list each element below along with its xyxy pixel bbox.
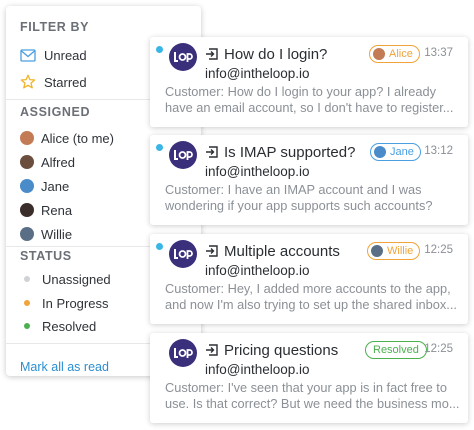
preview-line: and now I'm also trying to set up the sh… <box>165 297 457 312</box>
sender: info@intheloop.io <box>205 263 310 278</box>
assignee-label: Rena <box>41 202 73 218</box>
message-preview: Customer: I've seen that your app is in … <box>165 380 460 412</box>
status-dot <box>24 276 30 282</box>
assignee-label: Alfred <box>41 154 75 170</box>
preview-line: Customer: Hey, I added more accounts to … <box>165 281 451 296</box>
assignee-pill[interactable]: Jane <box>370 143 421 161</box>
loop-logo-icon <box>169 43 197 71</box>
preview-line: Customer: I've seen that your app is in … <box>165 380 447 395</box>
message-preview: Customer: How do I login to your app? I … <box>165 84 460 116</box>
subject-row: Is IMAP supported? <box>205 141 355 163</box>
loop-logo-icon <box>169 240 197 268</box>
assignee-pill-label: Jane <box>390 146 414 158</box>
loop-logo-icon <box>169 339 197 367</box>
conversation-card[interactable]: Is IMAP supported? Jane 13:12 info@inthe… <box>150 135 468 225</box>
subject: Pricing questions <box>224 341 339 359</box>
unread-dot <box>156 46 163 53</box>
avatar <box>20 131 34 145</box>
status-label: Unassigned <box>42 271 111 287</box>
subject: Multiple accounts <box>224 242 340 260</box>
preview-line: Customer: I have an IMAP account and I w… <box>165 182 422 197</box>
preview-line: Customer: How do I login to your app? I … <box>165 84 437 99</box>
preview-line: have an email account, so I don't have t… <box>165 100 454 115</box>
subject: Is IMAP supported? <box>224 143 356 161</box>
envelope-icon <box>20 47 36 63</box>
status-title: STATUS <box>20 249 72 263</box>
filter-starred-label: Starred <box>44 74 87 90</box>
avatar <box>20 155 34 169</box>
preview-line: use. Is that correct? But we need the bu… <box>165 396 460 411</box>
filter-unread-label: Unread <box>44 47 87 63</box>
filter-by-title: FILTER BY <box>20 20 90 34</box>
sender: info@intheloop.io <box>205 362 310 377</box>
timestamp: 13:37 <box>424 47 453 59</box>
unread-dot <box>156 243 163 250</box>
status-dot <box>24 323 30 329</box>
conversation-card[interactable]: Multiple accounts Willie 12:25 info@inth… <box>150 234 468 324</box>
loop-logo-icon <box>169 141 197 169</box>
timestamp: 12:25 <box>424 343 453 355</box>
status-label: Resolved <box>42 318 97 334</box>
preview-line: wondering if your app supports such acco… <box>165 198 433 213</box>
sender: info@intheloop.io <box>205 164 310 179</box>
assignee-label: Willie <box>41 226 73 242</box>
unread-dot <box>156 144 163 151</box>
assignee-pill[interactable]: Willie <box>367 242 421 260</box>
inbox-arrow-icon <box>206 344 218 356</box>
status-pill-label: Resolved <box>373 344 419 356</box>
star-icon <box>20 74 36 90</box>
status-label: In Progress <box>42 295 109 311</box>
avatar <box>374 146 386 158</box>
subject-row: How do I login? <box>205 43 327 65</box>
avatar <box>20 227 34 241</box>
status-pill-resolved[interactable]: Resolved <box>365 341 427 359</box>
avatar <box>373 48 385 60</box>
avatar <box>371 245 383 257</box>
subject-row: Pricing questions <box>205 339 338 361</box>
conversation-card[interactable]: How do I login? Alice 13:37 info@inthelo… <box>150 37 468 127</box>
status-dot <box>24 300 30 306</box>
sender: info@intheloop.io <box>205 66 310 81</box>
assignee-pill-label: Willie <box>387 245 414 257</box>
timestamp: 12:25 <box>424 244 453 256</box>
assignee-pill[interactable]: Alice <box>369 45 420 63</box>
assignee-pill-label: Alice <box>389 48 413 60</box>
assignee-label: Jane <box>41 178 70 194</box>
avatar <box>20 203 34 217</box>
assigned-title: ASSIGNED <box>20 105 91 119</box>
message-preview: Customer: Hey, I added more accounts to … <box>165 281 460 313</box>
inbox-arrow-icon <box>206 146 218 158</box>
conversation-card[interactable]: Pricing questions Resolved 12:25 info@in… <box>150 333 468 423</box>
inbox-arrow-icon <box>206 48 218 60</box>
mark-all-read-link[interactable]: Mark all as read <box>20 360 109 374</box>
message-preview: Customer: I have an IMAP account and I w… <box>165 182 460 214</box>
timestamp: 13:12 <box>424 145 453 157</box>
subject-row: Multiple accounts <box>205 240 340 262</box>
avatar <box>20 179 34 193</box>
inbox-arrow-icon <box>206 245 218 257</box>
assignee-label: Alice (to me) <box>41 130 114 146</box>
subject: How do I login? <box>224 45 328 63</box>
